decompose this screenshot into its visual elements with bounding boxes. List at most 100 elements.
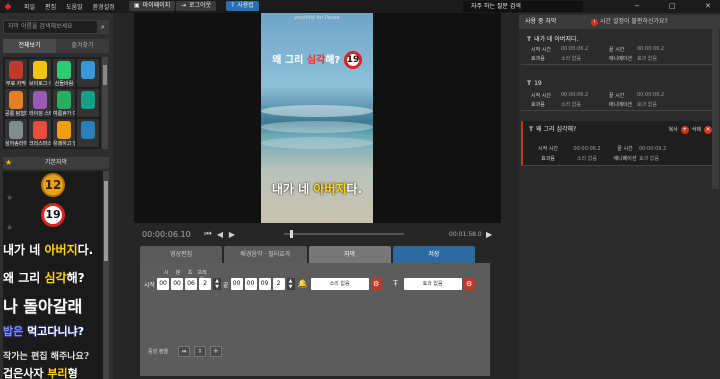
scrollbar-thumb[interactable] <box>104 181 108 261</box>
info-icon: i <box>591 18 598 26</box>
copy-plus-icon[interactable]: + <box>680 126 689 134</box>
mypage-button[interactable]: ▣ 마이페이지 <box>129 1 176 11</box>
guide-button[interactable]: ? 사용법 <box>226 1 259 11</box>
subtitle-template-tile[interactable]: 크리스마스 <box>29 119 51 147</box>
align-horizontal-icon[interactable]: ⇹ <box>178 346 190 357</box>
subtitle-template-tile[interactable]: 싱어송라이터 <box>5 119 27 147</box>
template-scrollbar[interactable] <box>102 57 108 149</box>
subtitle-text: 다. <box>346 182 363 196</box>
subtitle-highlight: 심각 <box>306 55 326 66</box>
card-time-line: 시작 시간 00:00:06.2 끝 시간 00:00:06.2 <box>531 46 664 53</box>
end-hour-field[interactable]: 00 <box>230 278 243 290</box>
text-icon: T <box>527 80 532 87</box>
skip-start-icon[interactable]: ⏮ <box>202 229 214 239</box>
sticker-12[interactable]: 12 <box>3 173 103 197</box>
subtitle-template-tile[interactable]: 산들바람 <box>53 59 75 87</box>
sticker-19-label: 19 <box>41 203 65 227</box>
card-title: T왜 그리 심각해? <box>529 124 576 136</box>
align-center-icon[interactable]: ✛ <box>210 346 222 357</box>
subtitle-template-tile[interactable] <box>77 59 99 87</box>
menu-file[interactable]: 파일 <box>24 2 35 11</box>
subtitle-list-scrollbar[interactable] <box>103 171 109 379</box>
tab-music-filter[interactable]: 배경음악 · 필터효과 <box>224 246 307 263</box>
timeline-handle[interactable] <box>290 230 293 238</box>
sticker-meal[interactable]: 밥은 먹고다니냐? <box>3 323 103 339</box>
subtitle-card[interactable]: T 내가 네 아버지다. 시작 시간 00:00:06.2 끝 시간 00:00:06.… <box>521 31 716 65</box>
card-effect-line: 효과음 소리 없음 애니메이션 효과 없음 <box>531 101 657 108</box>
subtitle-template-tile[interactable]: 여름휴가 다 <box>53 89 75 117</box>
end-second-field[interactable]: 09 <box>258 278 271 290</box>
logout-icon: ⇥ <box>181 2 187 9</box>
sticker-text: 내가 네 <box>3 243 45 257</box>
subtitle-template-tile[interactable] <box>77 89 99 117</box>
subtitle-card[interactable]: T 19 시작 시간 00:00:06.2 끝 시간 00:00:06.2 효과음 소리 … <box>521 77 716 111</box>
search-icon[interactable]: ⌕ <box>97 20 109 34</box>
gear-icon[interactable]: ⚙ <box>370 278 382 290</box>
tab-favorites[interactable]: 즐겨찾기 <box>56 39 109 53</box>
sticker-writer[interactable]: 작가는 편집 해주나요? <box>3 349 103 362</box>
align-vertical-icon[interactable]: ⇳ <box>194 346 206 357</box>
end-frame-field[interactable]: 2 <box>272 278 285 290</box>
logout-button[interactable]: ⇥ 로그아웃 <box>176 1 217 11</box>
overlay-subtitle-father[interactable]: 내가 네 아버지다. <box>261 180 373 197</box>
gear-icon[interactable]: ⚙ <box>463 278 475 290</box>
subtitle-card-selected[interactable]: T왜 그리 심각해? 복사 + 삭제 × 시작 시간 00:00:06.2 끝 시간… <box>521 121 716 166</box>
sticker-serious[interactable]: 왜 그리 심각해? <box>3 269 103 286</box>
editor-tabs: 영상편집 배경음악 · 필터효과 자막 저장 <box>140 246 475 263</box>
subtitle-template-tile[interactable]: 라이징 스타 <box>29 89 51 117</box>
subtitle-template-tile[interactable]: 무료 자막 <box>5 59 27 87</box>
sticker-lion[interactable]: 겁은사자 부리형 <box>3 365 103 379</box>
user-icon: ▣ <box>134 2 140 9</box>
menu-settings[interactable]: 환경설정 <box>93 2 115 11</box>
time-help-link[interactable]: i 시간 설정이 불편하신가요? <box>591 15 668 29</box>
sticker-go-back[interactable]: 나 돌아갈래 <box>3 293 103 317</box>
menu-edit[interactable]: 편집 <box>45 2 56 11</box>
subtitle-template-tile[interactable]: 공룡 탐험대 <box>5 89 27 117</box>
subtitle-template-grid: 무료 자막브이로그 아이산들바람공룡 탐험대라이징 스타여름휴가 다싱어송라이터… <box>3 57 101 149</box>
overlay-subtitle-serious[interactable]: 왜 그리 심각해? 19 <box>261 51 373 69</box>
tab-all[interactable]: 전체보기 <box>3 39 56 53</box>
subtitle-template-tile[interactable]: 유쾌하고 발랄 <box>53 119 75 147</box>
sticker-text: 해? <box>66 271 85 285</box>
scrollbar-thumb[interactable] <box>103 65 107 85</box>
end-time-value: 00:00:06.2 <box>637 92 665 98</box>
menu-help[interactable]: 도움말 <box>66 2 83 11</box>
sticker-father[interactable]: 내가 네 아버지다. <box>3 241 103 258</box>
video-preview[interactable]: youthful for Pause 왜 그리 심각해? 19 내가 네 아버지… <box>134 13 501 223</box>
minimize-icon[interactable]: − <box>634 2 640 10</box>
delete-x-icon[interactable]: × <box>704 126 712 134</box>
video-frame: youthful for Pause 왜 그리 심각해? 19 내가 네 아버지… <box>261 13 373 223</box>
tab-video-edit[interactable]: 영상편집 <box>140 246 223 263</box>
start-minute-field[interactable]: 00 <box>171 278 184 290</box>
end-minute-field[interactable]: 00 <box>244 278 257 290</box>
close-icon[interactable]: ✕ <box>705 2 711 10</box>
step-forward-icon[interactable]: ▶ <box>226 230 238 239</box>
age-19-badge[interactable]: 19 <box>343 51 362 69</box>
used-subtitles-panel: 사용 중 자막 i 시간 설정이 불편하신가요? T 내가 네 아버지다. 시작 … <box>519 13 720 379</box>
sticker-19[interactable]: 19 <box>3 203 103 227</box>
tab-subtitle[interactable]: 자막 <box>308 246 391 263</box>
playback-controls: 00:00:06.10 ⏮ ◀ ▶ 00:01:58.0 ▶ <box>134 226 501 242</box>
search-placeholder: 자막 이름을 검색해보세요 <box>8 23 73 30</box>
start-stepper[interactable]: ▲ ▼ <box>213 278 222 290</box>
timeline-scrubber[interactable] <box>284 230 404 238</box>
sfx-value: 소리 없음 <box>561 56 581 62</box>
current-time: 00:00:06.10 <box>142 229 191 239</box>
subtitle-search-input[interactable]: 자막 이름을 검색해보세요 ⌕ <box>3 20 109 34</box>
faq-search-input[interactable]: 자주 하는 질문 검색 <box>463 1 583 12</box>
maximize-icon[interactable]: □ <box>669 2 676 10</box>
template-thumbnail <box>81 121 95 139</box>
start-hour-field[interactable]: 00 <box>157 278 170 290</box>
start-frame-field[interactable]: 2 <box>199 278 212 290</box>
right-panel-scrollbar[interactable] <box>712 29 719 189</box>
sound-select[interactable]: 소리 없음 <box>310 278 369 290</box>
start-second-field[interactable]: 06 <box>185 278 198 290</box>
subtitle-template-tile[interactable]: 브이로그 아이 <box>29 59 51 87</box>
end-stepper[interactable]: ▲ ▼ <box>286 278 295 290</box>
play-icon[interactable]: ▶ <box>486 230 492 239</box>
subtitle-editor: 시 분 초 프레임 시작 00 00 06 2 ▲▼ 끝 00 00 09 2 … <box>140 263 490 376</box>
subtitle-template-tile[interactable] <box>77 119 99 147</box>
effect-select[interactable]: 효과 없음 <box>403 278 462 290</box>
step-back-icon[interactable]: ◀ <box>214 230 226 239</box>
tab-save[interactable]: 저장 <box>392 246 475 263</box>
